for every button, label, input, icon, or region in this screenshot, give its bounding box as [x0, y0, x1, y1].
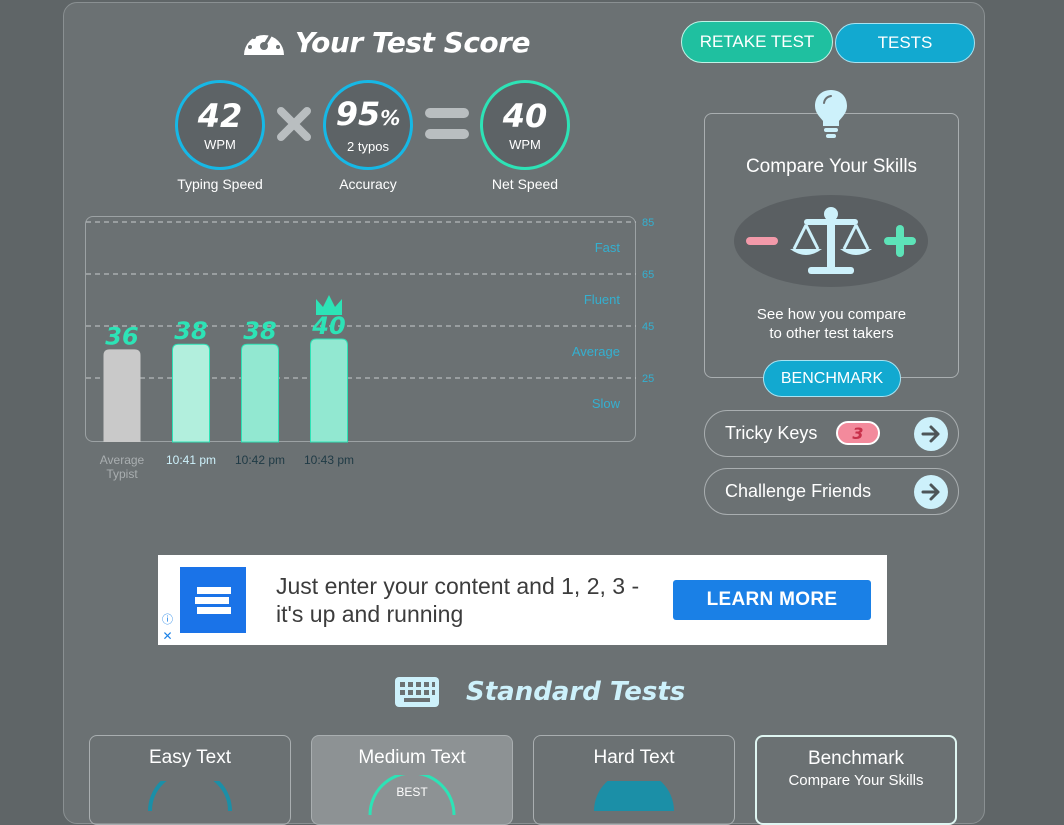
advertisement-banner[interactable]: Just enter your content and 1, 2, 3 - it… [158, 555, 887, 645]
ad-text: Just enter your content and 1, 2, 3 - it… [276, 573, 640, 627]
y-tick-label: 25 [642, 373, 654, 385]
tricky-keys-count-badge: 3 [836, 421, 880, 445]
challenge-friends-label: Challenge Friends [725, 481, 872, 501]
balance-scale-icon [746, 207, 916, 274]
x-tick-label: Typist [106, 467, 138, 481]
y-tick-label: 85 [642, 217, 654, 229]
tests-button[interactable]: TESTS [835, 23, 975, 63]
standard-tests-header: Standard Tests [394, 672, 685, 712]
speed-chart-svg: 25456585SlowAverageFluentFast36AverageTy… [86, 217, 654, 481]
y-tick-label: 65 [642, 269, 654, 281]
hard-progress-disc [594, 781, 674, 811]
medium-text-card[interactable]: Medium Text BEST [311, 735, 513, 825]
ad-close-icon[interactable]: ✕ [160, 629, 175, 643]
x-tick-label: 10:41 pm [166, 453, 216, 467]
easy-text-title: Easy Text [148, 747, 232, 768]
x-tick-label: Average [100, 453, 145, 467]
benchmark-button[interactable]: BENCHMARK [763, 360, 901, 397]
keyboard-icon [395, 677, 439, 707]
bar-value-label: 36 [105, 322, 138, 350]
band-label: Slow [592, 396, 621, 411]
band-label: Average [572, 344, 620, 359]
bar [241, 343, 279, 443]
compare-title: Compare Your Skills [745, 156, 918, 177]
arrow-right-icon [914, 475, 948, 509]
best-badge: BEST [396, 785, 428, 799]
benchmark-card-subtitle: Compare Your Skills [788, 772, 924, 789]
bar [172, 343, 210, 443]
x-tick-label: 10:42 pm [235, 453, 285, 467]
y-tick-label: 45 [642, 321, 654, 333]
bar-value-label: 38 [243, 317, 276, 345]
x-tick-label: 10:43 pm [304, 453, 354, 467]
retake-test-button[interactable]: RETAKE TEST [681, 21, 833, 63]
ad-info-icon[interactable]: ⓘ [160, 613, 175, 627]
medium-best-ring: BEST [367, 775, 457, 815]
band-label: Fluent [584, 292, 621, 307]
lightbulb-icon [815, 90, 847, 138]
ad-logo-icon [180, 567, 246, 633]
learn-more-button[interactable]: LEARN MORE [673, 580, 871, 620]
medium-text-title: Medium Text [358, 747, 466, 768]
tricky-keys-label: Tricky Keys [725, 423, 818, 443]
band-label: Fast [595, 240, 621, 255]
benchmark-card[interactable]: Benchmark Compare Your Skills [755, 735, 957, 825]
hard-text-card[interactable]: Hard Text [533, 735, 735, 825]
compare-description: See how you compare to other test takers [704, 305, 959, 343]
easy-text-card[interactable]: Easy Text [89, 735, 291, 825]
standard-tests-title: Standard Tests [466, 677, 686, 707]
crown-icon [316, 295, 342, 315]
hard-text-title: Hard Text [593, 747, 675, 768]
compare-text-line2: to other test takers [769, 325, 894, 342]
challenge-friends-button[interactable]: Challenge Friends [704, 468, 959, 515]
bar [103, 349, 141, 442]
benchmark-card-title: Benchmark [807, 748, 905, 769]
arrow-right-icon [914, 417, 948, 451]
bar-value-label: 38 [174, 317, 207, 345]
easy-progress-ring [148, 781, 232, 811]
compare-text-line1: See how you compare [756, 306, 907, 323]
bar-value-label: 40 [311, 312, 345, 340]
tricky-keys-button[interactable]: Tricky Keys 3 [704, 410, 959, 457]
bar [310, 338, 348, 443]
